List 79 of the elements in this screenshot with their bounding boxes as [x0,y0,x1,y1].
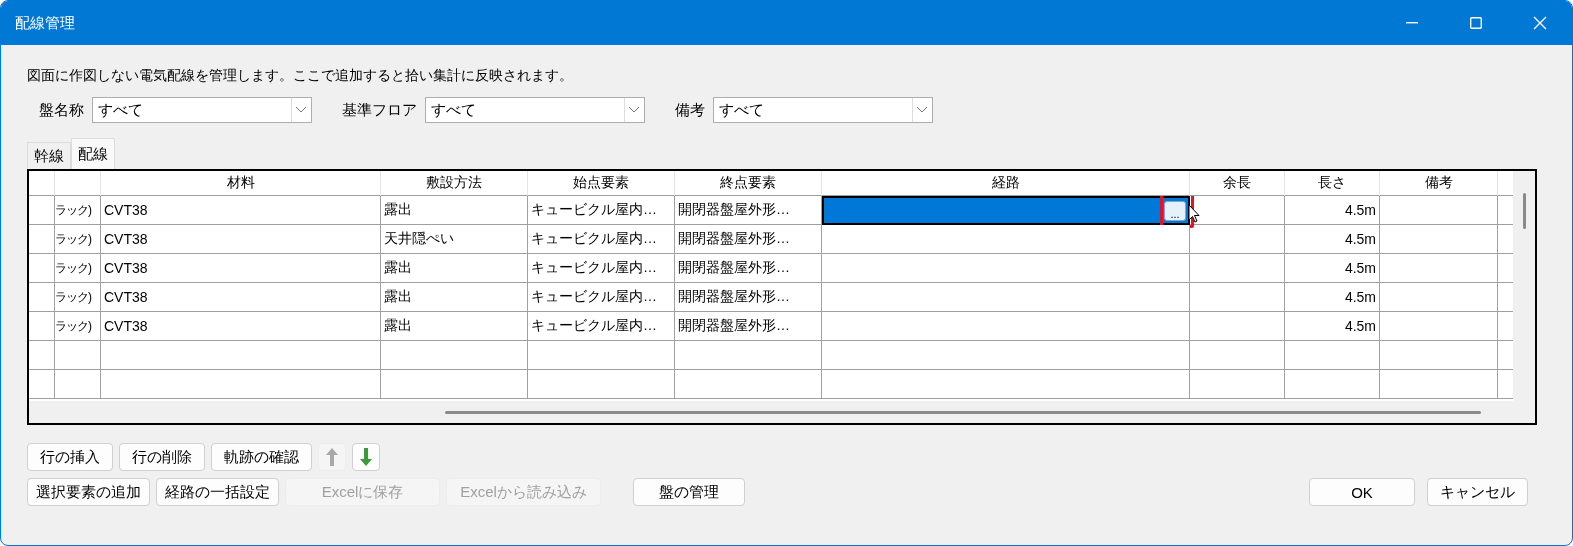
table-cell: CVT38 [101,312,381,342]
cursor-icon [1188,204,1200,225]
table-cell: キュービクル屋内… [528,312,675,342]
column-header[interactable]: 経路 [822,171,1190,197]
cancel-button[interactable]: キャンセル [1427,478,1528,506]
table-cell: ラック) [55,254,101,284]
route-cell[interactable] [822,370,1190,400]
column-header[interactable]: 備考 [1380,171,1498,197]
table-cell: キュービクル屋内… [528,283,675,313]
row-header[interactable] [29,254,55,284]
route-cell[interactable] [822,225,1190,255]
table-cell: CVT38 [101,283,381,313]
window-title: 配線管理 [15,13,76,33]
table-cell: 露出 [381,196,528,226]
table-cell: 開閉器盤屋外形… [675,196,822,226]
column-header[interactable]: 始点要素 [528,171,675,197]
maximize-icon [1470,17,1482,29]
table-cell: 露出 [381,312,528,342]
down-arrow-icon [359,447,373,467]
table-cell: ラック) [55,283,101,313]
filter-label: 備考 [674,100,706,120]
table-cell: CVT38 [101,196,381,226]
route-cell[interactable] [822,254,1190,284]
table-cell: 4.5m [1285,312,1380,342]
table-cell: ラック) [55,312,101,342]
row-header[interactable] [29,283,55,313]
minimize-icon [1406,22,1418,24]
row-header[interactable] [29,370,55,400]
table-cell [55,341,101,371]
route-cell[interactable] [822,341,1190,371]
table-cell: ラック) [55,196,101,226]
action-button[interactable]: 選択要素の追加 [27,478,150,506]
column-header[interactable]: 終点要素 [675,171,822,197]
move-down-button[interactable] [352,443,380,471]
column-header[interactable] [55,171,101,197]
grid-action-button[interactable]: 行の挿入 [27,443,113,471]
filter-dropdown[interactable]: すべて [92,97,312,123]
route-cell[interactable] [822,283,1190,313]
table-cell: 露出 [381,254,528,284]
table-cell: 天井隠ぺい [381,225,528,255]
description-text: 図面に作図しない電気配線を管理します。ここで追加すると拾い集計に反映されます。 [27,67,574,85]
table-cell: 4.5m [1285,283,1380,313]
browse-button[interactable]: ... [1164,200,1186,221]
action-button[interactable]: 盤の管理 [633,478,745,506]
table-cell: CVT38 [101,254,381,284]
table-cell: 開閉器盤屋外形… [675,254,822,284]
table-cell: CVT38 [101,225,381,255]
grid-action-button[interactable]: 軌跡の確認 [211,443,312,471]
route-cell[interactable] [822,312,1190,342]
column-header[interactable]: 長さ [1285,171,1380,197]
table-cell: 4.5m [1285,225,1380,255]
filter-dropdown[interactable]: すべて [713,97,933,123]
action-button[interactable]: 経路の一括設定 [156,478,279,506]
table-cell: キュービクル屋内… [528,225,675,255]
tab[interactable]: 幹線 [27,142,71,169]
row-header[interactable] [29,312,55,342]
table-cell: 4.5m [1285,196,1380,226]
table-cell: キュービクル屋内… [528,254,675,284]
row-header[interactable] [29,225,55,255]
tab[interactable]: 配線 [71,138,115,169]
column-header[interactable]: 材料 [101,171,381,197]
table-cell: 開閉器盤屋外形… [675,312,822,342]
table-cell: 開閉器盤屋外形… [675,283,822,313]
table-cell: 露出 [381,283,528,313]
table-cell: キュービクル屋内… [528,196,675,226]
up-arrow-icon [325,447,339,467]
column-header[interactable]: 余長 [1190,171,1285,197]
filter-label: 基準フロア [341,100,418,120]
table-cell: 4.5m [1285,254,1380,284]
ok-button[interactable]: OK [1309,478,1415,506]
row-header[interactable] [29,341,55,371]
table-cell: ラック) [55,225,101,255]
grid-action-button[interactable]: 行の削除 [119,443,205,471]
filter-label: 盤名称 [38,100,85,120]
row-header[interactable] [29,196,55,226]
close-icon [1533,16,1547,30]
column-header[interactable]: 敷設方法 [381,171,528,197]
table-cell: 開閉器盤屋外形… [675,225,822,255]
filter-dropdown[interactable]: すべて [425,97,645,123]
